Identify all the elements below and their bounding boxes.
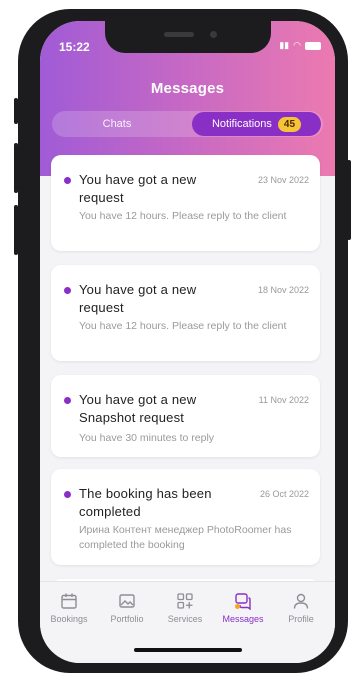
- tab-services[interactable]: Services: [156, 592, 214, 624]
- notification-body: You have 12 hours. Please reply to the c…: [79, 320, 287, 332]
- notification-title: You have got a new Snapshot request: [79, 392, 197, 425]
- status-icons: ▮▮ ◠: [279, 40, 321, 51]
- tab-bookings-label: Bookings: [50, 614, 88, 624]
- notification-card[interactable]: You have got a new Snapshot request 11 N…: [51, 375, 320, 457]
- notification-date: 11 Nov 2022: [258, 395, 309, 405]
- unread-dot-icon: [64, 491, 71, 498]
- notification-card[interactable]: You have got a new request 18 Nov 2022 Y…: [51, 265, 320, 361]
- notifications-count-badge: 45: [277, 116, 302, 132]
- notification-title: You have got a new request: [79, 172, 197, 205]
- tab-profile[interactable]: Profile: [272, 592, 330, 624]
- notification-date: 18 Nov 2022: [257, 285, 309, 295]
- notch: [105, 21, 271, 53]
- signal-icon: ▮▮: [279, 40, 290, 50]
- user-icon: [293, 593, 309, 609]
- notification-card[interactable]: You have got a new request 23 Nov 2022 Y…: [51, 155, 320, 251]
- status-time: 15:22: [59, 40, 90, 54]
- unread-dot-icon: [64, 287, 71, 294]
- unread-dot-icon: [64, 397, 71, 404]
- image-icon: [119, 594, 135, 608]
- tab-messages-label: Messages: [222, 614, 264, 624]
- tab-chats[interactable]: Chats: [52, 111, 182, 137]
- tab-portfolio[interactable]: Portfolio: [98, 592, 156, 624]
- segmented-tabs: Chats Notifications 45: [52, 111, 323, 137]
- wifi-icon: ◠: [293, 40, 301, 50]
- front-camera: [210, 31, 217, 38]
- notification-date: 23 Nov 2022: [257, 175, 309, 185]
- notification-card[interactable]: The booking has been completed 26 Oct 20…: [51, 469, 320, 565]
- notification-title: The booking has been completed: [79, 486, 212, 519]
- grid-plus-icon: [177, 593, 193, 609]
- app-screen: 15:22 ▮▮ ◠ Messages Chats Notifications …: [40, 21, 335, 663]
- tab-services-label: Services: [167, 614, 203, 624]
- unread-dot-icon: [64, 177, 71, 184]
- page-title: Messages: [150, 80, 225, 97]
- home-indicator[interactable]: [134, 648, 242, 652]
- tab-messages[interactable]: Messages: [214, 592, 272, 624]
- tab-portfolio-label: Portfolio: [110, 614, 144, 624]
- tab-profile-label: Profile: [288, 614, 314, 624]
- tab-notifications-label: Notifications: [211, 118, 272, 130]
- battery-icon: [305, 41, 321, 50]
- speaker: [164, 32, 194, 37]
- notification-body: You have 12 hours. Please reply to the c…: [79, 210, 287, 222]
- notification-date: 26 Oct 2022: [259, 489, 309, 499]
- notification-body: You have 30 minutes to reply: [79, 432, 215, 444]
- notification-body: Ирина Контент менеджер PhotoRoomer has c…: [79, 524, 292, 551]
- notification-title: You have got a new request: [79, 282, 197, 315]
- chat-icon: [235, 593, 251, 610]
- calendar-icon: [61, 593, 77, 609]
- tab-notifications[interactable]: Notifications 45: [192, 112, 321, 136]
- tab-bookings[interactable]: Bookings: [40, 592, 98, 624]
